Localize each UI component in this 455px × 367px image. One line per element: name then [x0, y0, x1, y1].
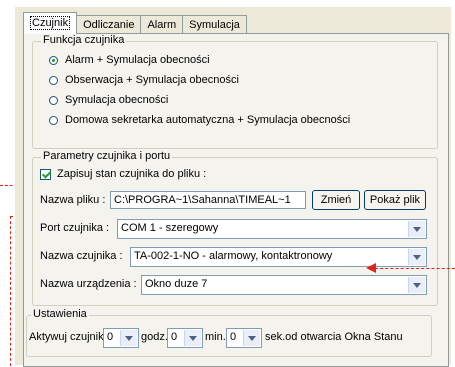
- hours-label: godz.: [141, 331, 168, 343]
- radio-button[interactable]: [49, 75, 58, 85]
- annotation-arrow-left-vertical: [10, 216, 11, 366]
- file-name-field[interactable]: C:\PROGRA~1\Sahanna\TIMEAL~1: [110, 191, 306, 209]
- sensor-function-group: Funkcja czujnika Alarm + Symulacja obecn…: [32, 34, 438, 149]
- seconds-select[interactable]: 0: [226, 328, 262, 348]
- radio-button[interactable]: [49, 55, 58, 65]
- chevron-down-icon[interactable]: [243, 330, 260, 346]
- seconds-label: sek.od otwarcia Okna Stanu: [265, 331, 403, 343]
- sensor-function-title: Funkcja czujnika: [41, 34, 127, 46]
- radio-observation-simulation[interactable]: Obserwacja + Symulacja obecności: [49, 72, 239, 88]
- hours-select[interactable]: 0: [103, 328, 139, 348]
- sensor-name-label: Nazwa czujnika :: [40, 250, 123, 262]
- minutes-select[interactable]: 0: [167, 328, 203, 348]
- tab-symulacja[interactable]: Symulacja: [182, 15, 247, 34]
- radio-label: Symulacja obecności: [65, 94, 169, 106]
- radio-presence-simulation[interactable]: Symulacja obecności: [49, 92, 168, 108]
- settings-window: Czujnik Odliczanie Alarm Symulacja Funkc…: [14, 6, 451, 367]
- radio-label: Alarm + Symulacja obecności: [65, 54, 210, 66]
- port-select[interactable]: COM 1 - szeregowy: [117, 219, 427, 239]
- save-state-checkbox[interactable]: [40, 168, 51, 180]
- port-value: COM 1 - szeregowy: [121, 222, 219, 234]
- save-state-label: Zapisuj stan czujnika do pliku :: [57, 168, 207, 180]
- file-name-label: Nazwa pliku :: [40, 194, 106, 206]
- minutes-label: min.: [205, 331, 226, 343]
- annotation-arrow-sensor-name: [375, 268, 455, 269]
- seconds-value: 0: [230, 331, 237, 343]
- activate-label: Aktywuj czujnik: [29, 331, 104, 343]
- tab-alarm[interactable]: Alarm: [140, 15, 184, 34]
- chevron-down-icon[interactable]: [408, 249, 425, 265]
- device-name-label: Nazwa urządzenia :: [40, 278, 137, 290]
- radio-button[interactable]: [49, 115, 58, 125]
- sensor-params-title: Parametry czujnika i portu: [41, 150, 173, 162]
- chevron-down-icon[interactable]: [184, 330, 201, 346]
- radio-alarm-simulation[interactable]: Alarm + Symulacja obecności: [49, 52, 210, 68]
- radio-label: Obserwacja + Symulacja obecności: [65, 74, 239, 86]
- show-file-button[interactable]: Pokaż plik: [364, 190, 426, 210]
- radio-button[interactable]: [49, 95, 58, 105]
- tab-panel-czujnik: Funkcja czujnika Alarm + Symulacja obecn…: [23, 33, 449, 367]
- device-name-value: Okno duze 7: [145, 278, 208, 290]
- settings-title: Ustawienia: [31, 308, 89, 320]
- radio-label: Domowa sekretarka automatyczna + Symulac…: [65, 114, 351, 126]
- change-button[interactable]: Zmień: [312, 190, 360, 210]
- settings-group: Ustawienia Aktywuj czujnik 0 godz. 0 min…: [26, 308, 432, 357]
- device-name-select[interactable]: Okno duze 7: [141, 275, 427, 295]
- radio-answering-machine-simulation[interactable]: Domowa sekretarka automatyczna + Symulac…: [49, 112, 350, 128]
- chevron-down-icon[interactable]: [120, 330, 137, 346]
- sensor-name-value: TA-002-1-NO - alarmowy, kontaktronowy: [134, 250, 333, 262]
- chevron-down-icon[interactable]: [408, 221, 425, 237]
- port-label: Port czujnika :: [40, 222, 110, 234]
- annotation-arrow-sensor-name-head: [366, 263, 376, 273]
- chevron-down-icon[interactable]: [408, 277, 425, 293]
- hours-value: 0: [107, 331, 114, 343]
- minutes-value: 0: [171, 331, 178, 343]
- sensor-name-select[interactable]: TA-002-1-NO - alarmowy, kontaktronowy: [130, 247, 427, 267]
- tab-czujnik[interactable]: Czujnik: [23, 12, 78, 34]
- sensor-params-group: Parametry czujnika i portu Zapisuj stan …: [32, 150, 438, 306]
- tab-odliczanie[interactable]: Odliczanie: [76, 15, 142, 34]
- save-state-checkbox-row[interactable]: Zapisuj stan czujnika do pliku :: [40, 166, 206, 182]
- tab-bar: Czujnik Odliczanie Alarm Symulacja: [23, 12, 247, 34]
